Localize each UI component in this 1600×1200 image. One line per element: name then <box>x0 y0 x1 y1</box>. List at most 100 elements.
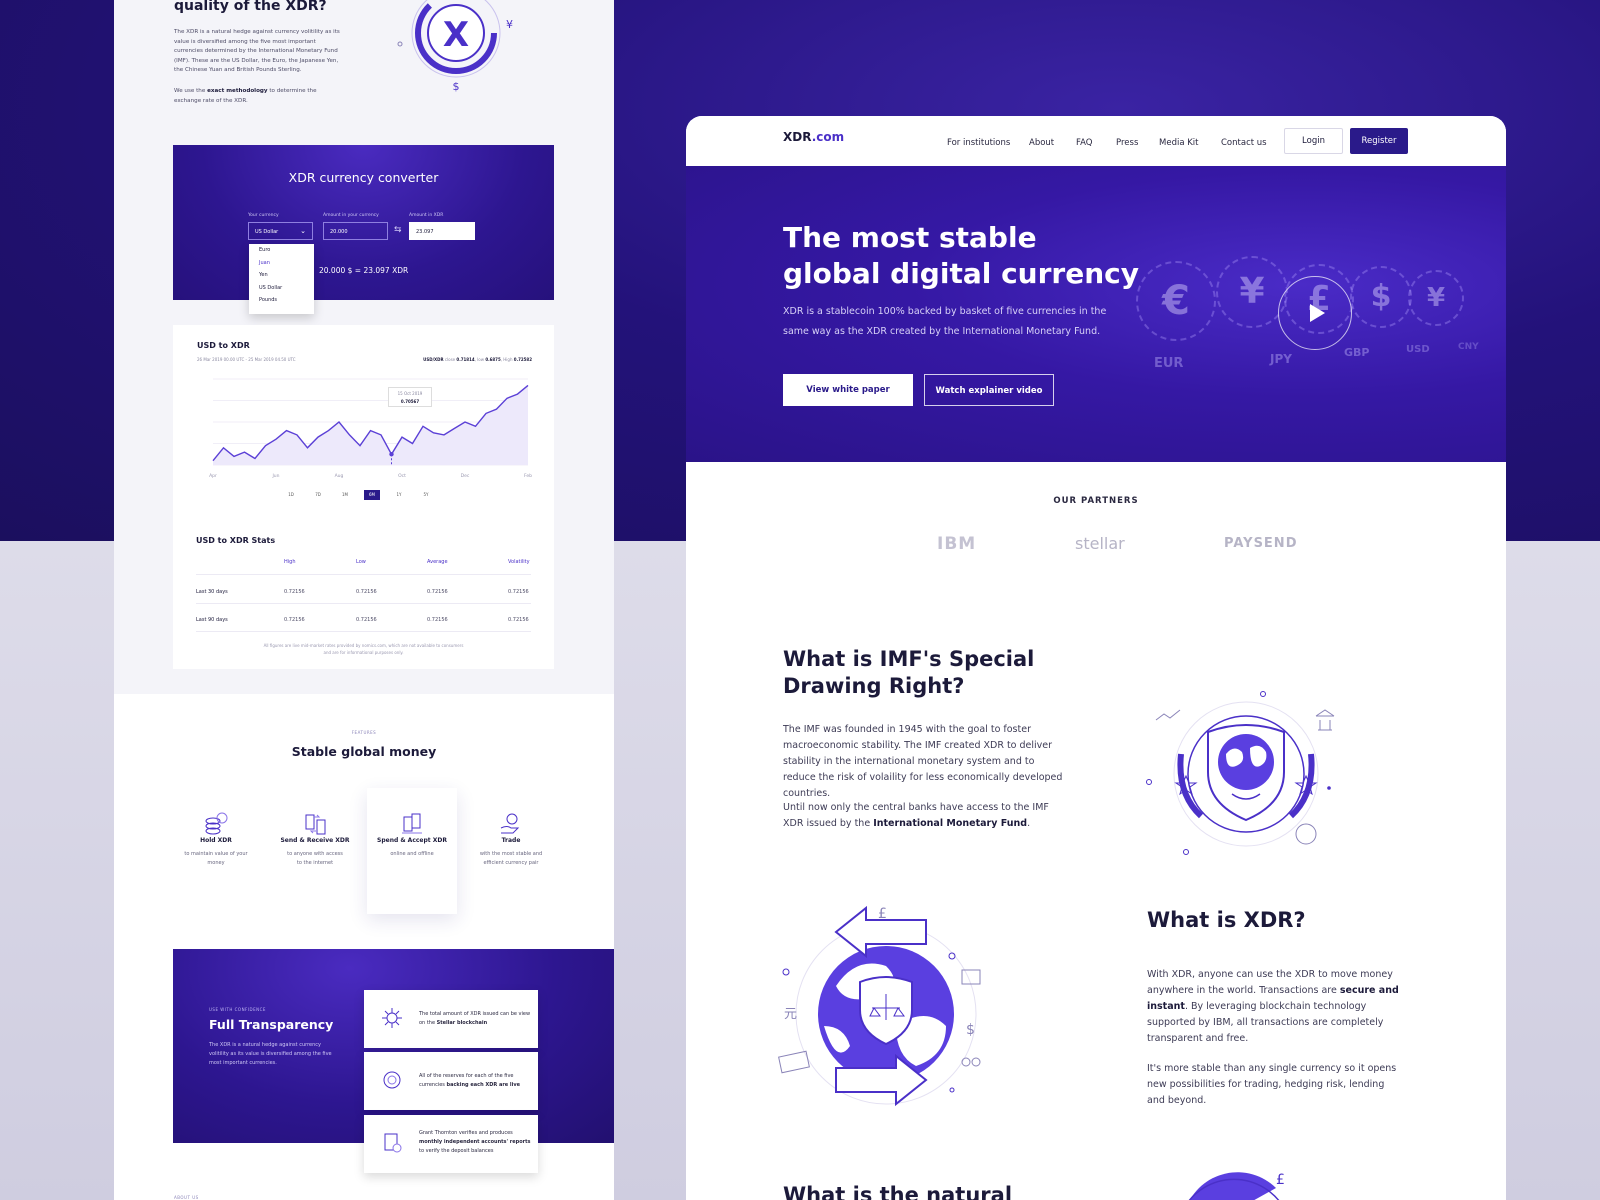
usd-xdr-area-chart[interactable]: Apr Jun Aug Oct Dec Feb <box>191 373 536 483</box>
transparency-card-reserves: All of the reserves for each of the five… <box>364 1052 538 1110</box>
nav-about[interactable]: About <box>1029 138 1054 148</box>
pie-coin-illustration: £ <box>1188 1172 1285 1200</box>
hero-section: € ¥ £ $ ¥ EUR JPY GBP USD CNY The most s… <box>686 166 1506 462</box>
quality-paragraph: The XDR is a natural hedge against curre… <box>174 29 340 74</box>
yuan-coin-icon: ¥ <box>1408 270 1464 326</box>
dropdown-option[interactable]: US Dollar <box>249 282 314 295</box>
svg-text:£: £ <box>878 906 887 922</box>
left-page-preview: quality of the XDR? The XDR is a natural… <box>114 0 614 1200</box>
chart-range: 26 Mar 2019 00.00 UTC - 25 Mar 2019 04.5… <box>197 357 296 362</box>
top-nav: XDR.com For institutions About FAQ Press… <box>686 116 1506 166</box>
xdr-paragraph-2: It's more stable than any single currenc… <box>1147 1063 1397 1106</box>
x-tick-label: Aug <box>335 473 344 479</box>
timeframe-6m[interactable]: 6M <box>364 490 380 500</box>
nav-media-kit[interactable]: Media Kit <box>1159 138 1199 148</box>
feature-send-receive[interactable]: Send & Receive XDR to anyone with access… <box>269 790 361 868</box>
xdr-paragraph: With XDR, anyone can use the XDR to move… <box>1147 969 1399 1044</box>
features-title: Stable global money <box>291 744 437 759</box>
login-button[interactable]: Login <box>1284 128 1343 154</box>
xdr-amount-input[interactable]: 23.097 <box>409 222 475 240</box>
play-icon <box>1310 304 1325 322</box>
nav-contact-us[interactable]: Contact us <box>1221 138 1267 148</box>
chevron-down-icon: ⌄ <box>300 227 306 235</box>
stats-title: USD to XDR Stats <box>196 536 276 545</box>
svg-text:¥: ¥ <box>506 18 513 31</box>
data-point-highlight <box>389 452 394 457</box>
chart-ohlc: USD/XDR close 0.71814, low 0.6875, High … <box>423 357 532 362</box>
amount-input[interactable]: 20.000 <box>323 222 388 240</box>
view-white-paper-button[interactable]: View white paper <box>783 374 913 406</box>
feature-spend-accept[interactable]: Spend & Accept XDR online and offline <box>366 790 458 859</box>
stats-note: All figures are live mid-market rates pr… <box>263 643 464 655</box>
x-tick-label: Dec <box>461 473 470 479</box>
nav-faq[interactable]: FAQ <box>1076 138 1092 148</box>
sdr-paragraph-2: Until now only the central banks have ac… <box>783 802 1049 829</box>
x-tick-label: Feb <box>524 473 532 479</box>
currency-dropdown: Euro Juan Yen US Dollar Pounds <box>249 244 314 314</box>
exact-methodology-link[interactable]: exact methodology <box>207 88 268 94</box>
svg-text:$: $ <box>966 1022 975 1038</box>
x-tick-label: Jun <box>271 473 279 479</box>
dropdown-option[interactable]: Yen <box>249 269 314 282</box>
x-tick-label: Oct <box>398 473 406 479</box>
play-video-button[interactable] <box>1278 276 1352 350</box>
transparency-card-stellar: The total amount of XDR issued can be vi… <box>364 990 538 1048</box>
timeframe-1m[interactable]: 1M <box>337 490 353 500</box>
timeframe-7d[interactable]: 7D <box>310 490 326 500</box>
svg-text:$: $ <box>453 80 460 93</box>
svg-text:£: £ <box>1276 1172 1285 1188</box>
feature-hold[interactable]: Hold XDR to maintain value of your money <box>170 790 262 868</box>
stellar-blockchain-link[interactable]: Stellar blockchain <box>437 1020 488 1026</box>
converter-title: XDR currency converter <box>288 170 439 185</box>
right-page-preview: XDR.com For institutions About FAQ Press… <box>686 116 1506 1200</box>
coins-stack-icon <box>205 812 228 835</box>
site-logo[interactable]: XDR.com <box>783 130 844 144</box>
stats-row-label: Last 90 days <box>196 617 228 623</box>
sdr-paragraph: The IMF was founded in 1945 with the goa… <box>783 724 1063 799</box>
payment-terminal-icon <box>402 813 422 834</box>
partner-logo-paysend: PAYSEND <box>1224 536 1298 551</box>
partners-title: OUR PARTNERS <box>1053 496 1139 506</box>
timeframe-1y[interactable]: 1Y <box>391 490 407 500</box>
network-icon <box>382 1008 402 1028</box>
conversion-result: 20.000 $ = 23.097 XDR <box>319 266 409 275</box>
currency-select[interactable]: US Dollar ⌄ <box>248 222 313 240</box>
currency-converter: XDR currency converter Your currency US … <box>173 145 554 300</box>
partner-logo-ibm: IBM <box>937 534 977 554</box>
document-icon <box>384 1133 402 1153</box>
quality-title: quality of the XDR? <box>174 0 327 14</box>
watch-explainer-video-button[interactable]: Watch explainer video <box>924 374 1054 406</box>
dropdown-option[interactable]: Euro <box>249 244 314 257</box>
svg-text:X: X <box>443 15 469 55</box>
stats-row-label: Last 30 days <box>196 589 228 595</box>
chart-tooltip: 15 Oct 2019 0.70567 <box>388 387 432 407</box>
xdr-title: What is XDR? <box>1147 908 1306 932</box>
sdr-title: What is IMF's Special Drawing Right? <box>783 647 1035 698</box>
hand-coin-icon <box>500 813 520 834</box>
yen-coin-icon: ¥ <box>1216 256 1288 328</box>
svg-text:元: 元 <box>784 1007 797 1022</box>
swap-icon[interactable]: ⇆ <box>394 225 402 235</box>
hero-title: The most stable global digital currency <box>783 221 1139 290</box>
nav-for-institutions[interactable]: For institutions <box>947 138 1010 148</box>
natural-title: What is the natural <box>783 1183 1013 1200</box>
transparency-title: Full Transparency <box>209 1017 334 1032</box>
features-kicker: FEATURES <box>351 730 377 735</box>
timeframe-1d[interactable]: 1D <box>283 490 299 500</box>
phone-transfer-icon <box>305 814 326 835</box>
hero-description: XDR is a stablecoin 100% backed by baske… <box>783 306 1107 337</box>
transparency-card-audit: Grant Thornton verifies and produces mon… <box>364 1115 538 1173</box>
xdr-globe-exchange-illustration: £ 元 $ <box>778 905 981 1107</box>
dollar-coin-icon: $ <box>1350 266 1412 328</box>
xdr-coin-illustration: X ¥ π $ <box>397 0 513 93</box>
dropdown-option[interactable]: Pounds <box>249 294 314 307</box>
reserve-coin-icon <box>383 1071 401 1089</box>
quality-paragraph-2: We use the exact methodology to determin… <box>174 88 317 104</box>
x-tick-label: Apr <box>209 473 217 479</box>
timeframe-5y[interactable]: 5Y <box>418 490 434 500</box>
feature-trade[interactable]: Trade with the most stable and efficient … <box>465 790 557 868</box>
dropdown-option[interactable]: Juan <box>249 257 314 270</box>
register-button[interactable]: Register <box>1350 128 1408 154</box>
nav-press[interactable]: Press <box>1116 138 1138 148</box>
imf-shield-globe-illustration <box>1146 691 1335 855</box>
